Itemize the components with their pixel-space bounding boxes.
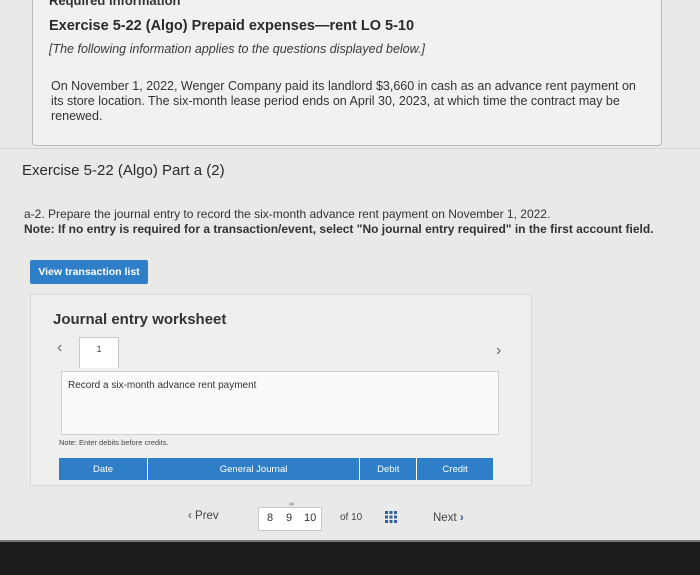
page-selector[interactable]: 8 ∞ 9 10 <box>258 501 322 531</box>
transaction-description-box: Record a six-month advance rent payment <box>61 371 499 435</box>
chevron-right-icon[interactable]: › <box>496 342 501 360</box>
grid-icon[interactable] <box>385 511 397 523</box>
transaction-description: Record a six-month advance rent payment <box>68 380 257 391</box>
next-button[interactable]: Next › <box>433 512 464 524</box>
page-8[interactable]: 8 <box>267 512 273 524</box>
column-header-general-journal: General Journal <box>148 458 361 480</box>
information-paragraph: On November 1, 2022, Wenger Company paid… <box>51 79 636 123</box>
instructions: a-2. Prepare the journal entry to record… <box>24 207 654 237</box>
journal-table-header: Date General Journal Debit Credit <box>59 458 493 480</box>
view-transaction-list-button[interactable]: View transaction list <box>30 260 148 284</box>
applies-note: [The following information applies to th… <box>49 42 425 56</box>
column-header-debit: Debit <box>360 458 418 480</box>
prev-button[interactable]: ‹ Prev <box>188 510 219 522</box>
section-divider <box>0 148 700 149</box>
debits-note: Note: Enter debits before credits. <box>59 438 169 447</box>
worksheet-page-tab[interactable]: 1 <box>79 337 119 368</box>
part-title: Exercise 5-22 (Algo) Part a (2) <box>22 162 225 179</box>
question-pager: ‹ Prev 8 ∞ 9 10 of 10 Next › <box>180 501 490 531</box>
bottom-bar <box>0 542 700 575</box>
instruction-note: Note: If no entry is required for a tran… <box>24 222 654 236</box>
page-count: of 10 <box>340 512 363 523</box>
journal-entry-worksheet: Journal entry worksheet ‹ 1 Record a six… <box>30 294 532 486</box>
column-header-credit: Credit <box>442 463 468 475</box>
page-9[interactable]: 9 <box>286 512 292 524</box>
page-10[interactable]: 10 <box>304 512 316 524</box>
column-header-date: Date <box>59 458 148 480</box>
required-information-panel: Required information Exercise 5-22 (Algo… <box>32 0 662 146</box>
worksheet-title: Journal entry worksheet <box>53 311 227 328</box>
exercise-title: Exercise 5-22 (Algo) Prepaid expenses—re… <box>49 18 415 34</box>
instruction-text: Prepare the journal entry to record the … <box>44 207 551 221</box>
link-icon: ∞ <box>289 501 294 508</box>
instruction-lead: a-2. <box>24 207 45 221</box>
chevron-left-icon[interactable]: ‹ <box>57 339 62 357</box>
required-information-heading: Required information <box>49 0 181 8</box>
